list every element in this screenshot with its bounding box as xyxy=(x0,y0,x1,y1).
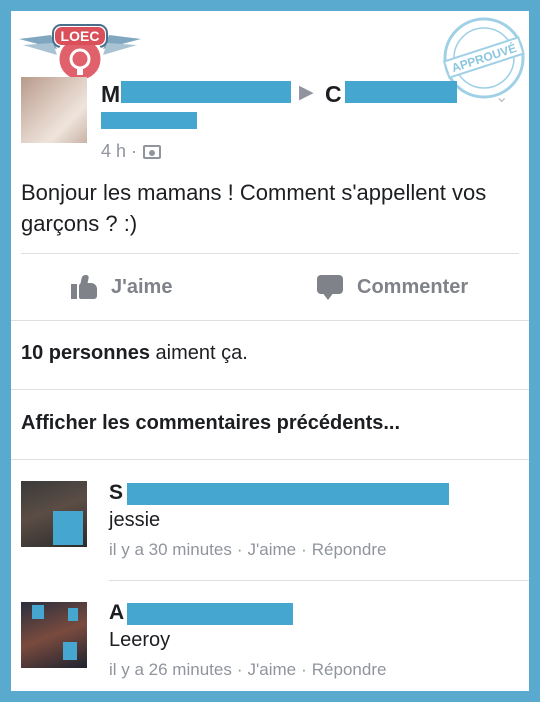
comment-button[interactable]: Commenter xyxy=(317,275,468,300)
comment-icon xyxy=(317,275,343,300)
divider xyxy=(11,389,529,390)
redacted-commenter-name xyxy=(127,483,449,505)
svg-text:APPROUVÉ: APPROUVÉ xyxy=(449,40,518,75)
comment-time: il y a 30 minutes xyxy=(109,540,232,559)
comment-text: jessie xyxy=(109,509,161,531)
thumbs-up-icon xyxy=(71,275,97,299)
comment-like-link[interactable]: J'aime xyxy=(248,540,297,559)
comment-like-link[interactable]: J'aime xyxy=(248,660,297,679)
arrow-right-icon: ▶ xyxy=(299,82,314,103)
redacted-group-name xyxy=(101,112,197,129)
redacted-face xyxy=(53,511,83,545)
author-name[interactable]: M xyxy=(101,81,120,108)
redacted-author-name xyxy=(121,81,291,103)
comment-reply-link[interactable]: Répondre xyxy=(312,540,387,559)
divider xyxy=(21,253,519,254)
chevron-down-icon[interactable]: ⌄ xyxy=(495,87,508,107)
commenter-name[interactable]: A xyxy=(109,601,124,625)
commenter-name[interactable]: S xyxy=(109,481,123,505)
audience-icon xyxy=(143,144,162,159)
svg-text:LOEC: LOEC xyxy=(61,28,100,44)
divider xyxy=(11,459,529,460)
target-name[interactable]: C xyxy=(325,81,342,108)
comment-time: il y a 26 minutes xyxy=(109,660,232,679)
comment-reply-link[interactable]: Répondre xyxy=(312,660,387,679)
comment-meta: il y a 26 minutes · J'aime · Répondre xyxy=(109,660,387,679)
likes-summary[interactable]: 10 personnes aiment ça. xyxy=(21,342,248,365)
redacted-face xyxy=(32,605,44,619)
comment-text: Leeroy xyxy=(109,629,171,651)
loec-logo: LOEC xyxy=(19,24,141,83)
previous-comments-link[interactable]: Afficher les commentaires précédents... xyxy=(21,412,400,435)
comment-meta: il y a 30 minutes · J'aime · Répondre xyxy=(109,540,387,559)
author-avatar[interactable] xyxy=(21,77,87,143)
divider xyxy=(11,320,529,321)
redacted-target-name xyxy=(345,81,457,103)
redacted-face xyxy=(68,608,78,621)
post-time: 4 h · xyxy=(101,141,162,162)
redacted-face xyxy=(63,642,77,660)
post-text: Bonjour les mamans ! Comment s'appellent… xyxy=(21,180,487,236)
post-card: LOEC APPROUVÉ M ▶ C ⌄ 4 h · Bonjour les … xyxy=(11,11,529,691)
redacted-commenter-name xyxy=(127,603,293,625)
like-button[interactable]: J'aime xyxy=(71,275,172,299)
divider xyxy=(109,580,529,581)
